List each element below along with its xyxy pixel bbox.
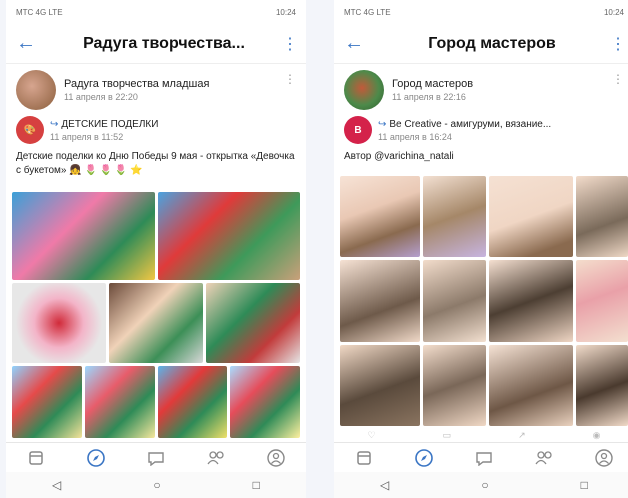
system-nav-bar: ◁ ○ □ [6,472,306,498]
post-text: Детские поделки ко Дню Победы 9 мая - от… [16,151,295,176]
repost-icon: ↪ [378,118,387,130]
clock: 10:24 [603,7,624,17]
photo-tile[interactable] [423,344,486,426]
community-avatar[interactable] [344,70,384,110]
system-home-icon[interactable]: ○ [481,478,488,492]
photo-tile[interactable] [340,176,421,258]
photo-tile[interactable] [12,283,106,363]
tab-discover-icon[interactable] [414,448,434,468]
photo-tile[interactable] [340,344,421,426]
tab-news-icon[interactable] [354,448,374,468]
repost-header[interactable]: B ↪ Be Creative - амигуруми, вязание... 1… [334,114,628,148]
carrier-label: МТС 4G LTE [344,7,391,17]
photo-tile[interactable] [157,192,300,280]
tab-friends-icon[interactable] [534,448,554,468]
system-back-icon[interactable]: ◁ [380,478,389,492]
repost-icon: ↪ [50,118,59,130]
bottom-nav [334,442,628,472]
clock: 10:24 [275,7,296,17]
post-text: Автор @varichina_natali [344,151,454,162]
more-menu-icon[interactable]: ⋮ [610,34,626,54]
post-header[interactable]: Город мастеров 11 апреля в 22:16 ⋮ [334,64,628,114]
system-back-icon[interactable]: ◁ [52,478,61,492]
photo-tile[interactable] [488,176,573,258]
repost-date: 11 апреля в 16:24 [378,131,452,142]
tab-profile-icon[interactable] [266,448,286,468]
community-avatar[interactable] [16,70,56,110]
community-name[interactable]: Город мастеров [392,78,473,90]
photo-tile[interactable] [12,366,82,438]
post-options-icon[interactable]: ⋮ [612,72,624,86]
photo-grid [12,192,300,438]
photo-tile[interactable] [230,366,300,438]
like-icon[interactable]: ♡ [368,430,376,442]
share-icon[interactable]: ↗ [518,430,526,442]
page-title: Радуга творчества... [83,34,245,52]
system-home-icon[interactable]: ○ [153,478,160,492]
system-recents-icon[interactable]: □ [253,478,260,492]
app-bar: ← Город мастеров ⋮ [334,24,628,64]
repost-header[interactable]: 🎨 ↪ ДЕТСКИЕ ПОДЕЛКИ 11 апреля в 11:52 [6,114,306,148]
photo-tile[interactable] [575,176,628,258]
system-nav-bar: ◁ ○ □ [334,472,628,498]
repost-source-name[interactable]: Be Creative - амигуруми, вязание... [389,119,551,130]
phone-screen-right: МТС 4G LTE 10:24 ← Город мастеров ⋮ Горо… [334,0,628,498]
photo-tile[interactable] [157,366,228,438]
repost-source-name[interactable]: ДЕТСКИЕ ПОДЕЛКИ [61,119,158,130]
tab-friends-icon[interactable] [206,448,226,468]
repost-avatar[interactable]: B [344,116,372,144]
community-name[interactable]: Радуга творчества младшая [64,78,209,90]
page-title: Город мастеров [428,34,556,52]
repost-date: 11 апреля в 11:52 [50,131,124,142]
post-date: 11 апреля в 22:16 [392,92,466,102]
back-arrow-icon[interactable]: ← [16,32,46,55]
photo-tile[interactable] [340,260,421,342]
phone-screen-left: МТС 4G LTE 10:24 ← Радуга творчества... … [6,0,306,498]
tab-profile-icon[interactable] [594,448,614,468]
photo-tile[interactable] [575,260,628,342]
photo-tile[interactable] [488,260,573,342]
bottom-nav [6,442,306,472]
photo-grid [340,176,628,426]
back-arrow-icon[interactable]: ← [344,32,374,55]
post-header[interactable]: Радуга творчества младшая 11 апреля в 22… [6,64,306,114]
tab-news-icon[interactable] [26,448,46,468]
comment-icon[interactable]: ▭ [443,430,452,442]
status-bar: МТС 4G LTE 10:24 [6,0,306,24]
post-options-icon[interactable]: ⋮ [284,72,296,86]
photo-tile[interactable] [206,283,300,363]
carrier-label: МТС 4G LTE [16,7,63,17]
photo-tile[interactable] [423,176,486,258]
photo-tile[interactable] [109,283,203,363]
photo-tile[interactable] [12,192,155,280]
status-bar: МТС 4G LTE 10:24 [334,0,628,24]
post-date: 11 апреля в 22:20 [64,92,138,102]
photo-tile[interactable] [423,260,486,342]
tab-messages-icon[interactable] [474,448,494,468]
photo-tile[interactable] [84,366,155,438]
more-menu-icon[interactable]: ⋮ [282,34,298,54]
tab-messages-icon[interactable] [146,448,166,468]
views-icon: ◉ [592,430,601,440]
app-bar: ← Радуга творчества... ⋮ [6,24,306,64]
system-recents-icon[interactable]: □ [581,478,588,492]
tab-discover-icon[interactable] [86,448,106,468]
post-actions: ♡ ▭ ↗ ◉ [334,430,628,442]
photo-tile[interactable] [488,344,573,426]
photo-tile[interactable] [575,344,628,426]
repost-avatar[interactable]: 🎨 [16,116,44,144]
